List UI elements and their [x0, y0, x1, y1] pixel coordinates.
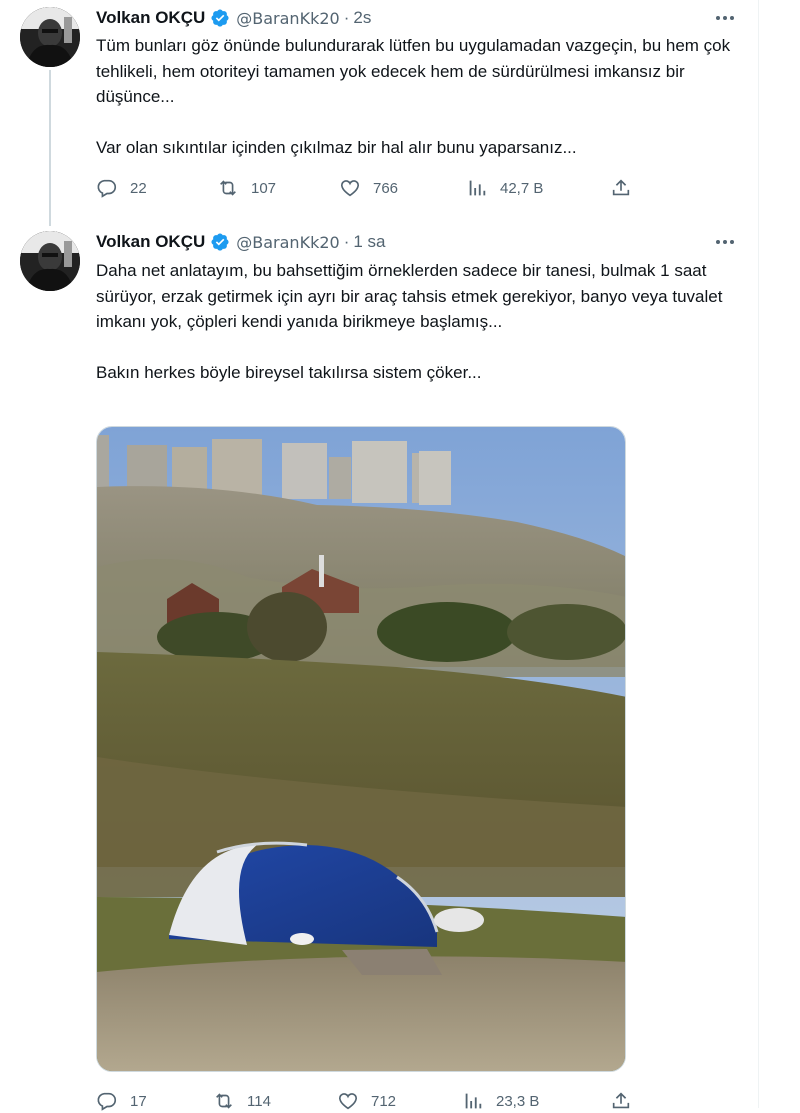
retweet-icon	[217, 177, 239, 199]
like-icon	[339, 177, 361, 199]
like-count: 766	[373, 179, 399, 197]
views-button[interactable]: 23,3 B	[462, 1089, 539, 1113]
author-avatar[interactable]	[20, 7, 80, 67]
share-icon	[610, 1090, 632, 1112]
retweet-button[interactable]: 107	[217, 176, 276, 200]
tweet-text: Tüm bunları göz önünde bulundurarak lütf…	[96, 33, 736, 161]
tweet-1[interactable]: Volkan OKÇU @BaranKk20 · 2s Tüm bunları …	[0, 0, 758, 226]
author-name[interactable]: Volkan OKÇU	[96, 232, 205, 252]
reply-button[interactable]: 17	[96, 1089, 147, 1113]
more-icon[interactable]	[712, 231, 738, 253]
separator-dot: ·	[343, 232, 350, 251]
tweet-paragraph: Daha net anlatayım, bu bahsettiğim örnek…	[96, 261, 723, 331]
views-icon	[462, 1090, 484, 1112]
reply-count: 22	[130, 179, 147, 197]
share-icon	[610, 177, 632, 199]
retweet-icon	[213, 1090, 235, 1112]
share-button[interactable]	[610, 1089, 632, 1113]
reply-icon	[96, 1090, 118, 1112]
views-button[interactable]: 42,7 B	[466, 176, 543, 200]
verified-badge-icon	[210, 232, 230, 252]
tweet-paragraph: Bakın herkes böyle bireysel takılırsa si…	[96, 363, 482, 382]
tweet-actions: 22 107 766 42,7 B	[96, 176, 641, 200]
author-name[interactable]: Volkan OKÇU	[96, 8, 205, 28]
tweet-paragraph: Tüm bunları göz önünde bulundurarak lütf…	[96, 36, 731, 106]
author-avatar[interactable]	[20, 231, 80, 291]
reply-count: 17	[130, 1092, 147, 1110]
tweet-2[interactable]: Volkan OKÇU @BaranKk20 · 1 sa Daha net a…	[0, 226, 758, 1111]
tweet-header: Volkan OKÇU @BaranKk20 · 2s	[96, 7, 371, 29]
separator-dot: ·	[343, 8, 350, 27]
reply-icon	[96, 177, 118, 199]
share-button[interactable]	[610, 176, 632, 200]
like-button[interactable]: 712	[337, 1089, 396, 1113]
verified-badge-icon	[210, 8, 230, 28]
tent-on-hillside-photo	[97, 427, 625, 1071]
author-handle[interactable]: @BaranKk20	[236, 233, 339, 252]
tweet-actions: 17 114 712 23,3 B	[96, 1089, 641, 1113]
reply-button[interactable]: 22	[96, 176, 147, 200]
timeline-border	[758, 0, 759, 1108]
like-icon	[337, 1090, 359, 1112]
tweet-header: Volkan OKÇU @BaranKk20 · 1 sa	[96, 231, 386, 253]
tweet-photo[interactable]	[96, 426, 626, 1072]
more-icon[interactable]	[712, 7, 738, 29]
retweet-count: 114	[247, 1092, 271, 1110]
author-handle[interactable]: @BaranKk20	[236, 9, 339, 28]
tweet-time[interactable]: 1 sa	[353, 232, 385, 252]
tweet-time[interactable]: 2s	[353, 8, 371, 28]
like-button[interactable]: 766	[339, 176, 398, 200]
tweet-text: Daha net anlatayım, bu bahsettiğim örnek…	[96, 258, 726, 386]
views-count: 23,3 B	[496, 1092, 540, 1110]
views-count: 42,7 B	[500, 179, 544, 197]
like-count: 712	[371, 1092, 397, 1110]
retweet-button[interactable]: 114	[213, 1089, 271, 1113]
tweet-paragraph: Var olan sıkıntılar içinden çıkılmaz bir…	[96, 138, 577, 157]
retweet-count: 107	[251, 179, 277, 197]
views-icon	[466, 177, 488, 199]
